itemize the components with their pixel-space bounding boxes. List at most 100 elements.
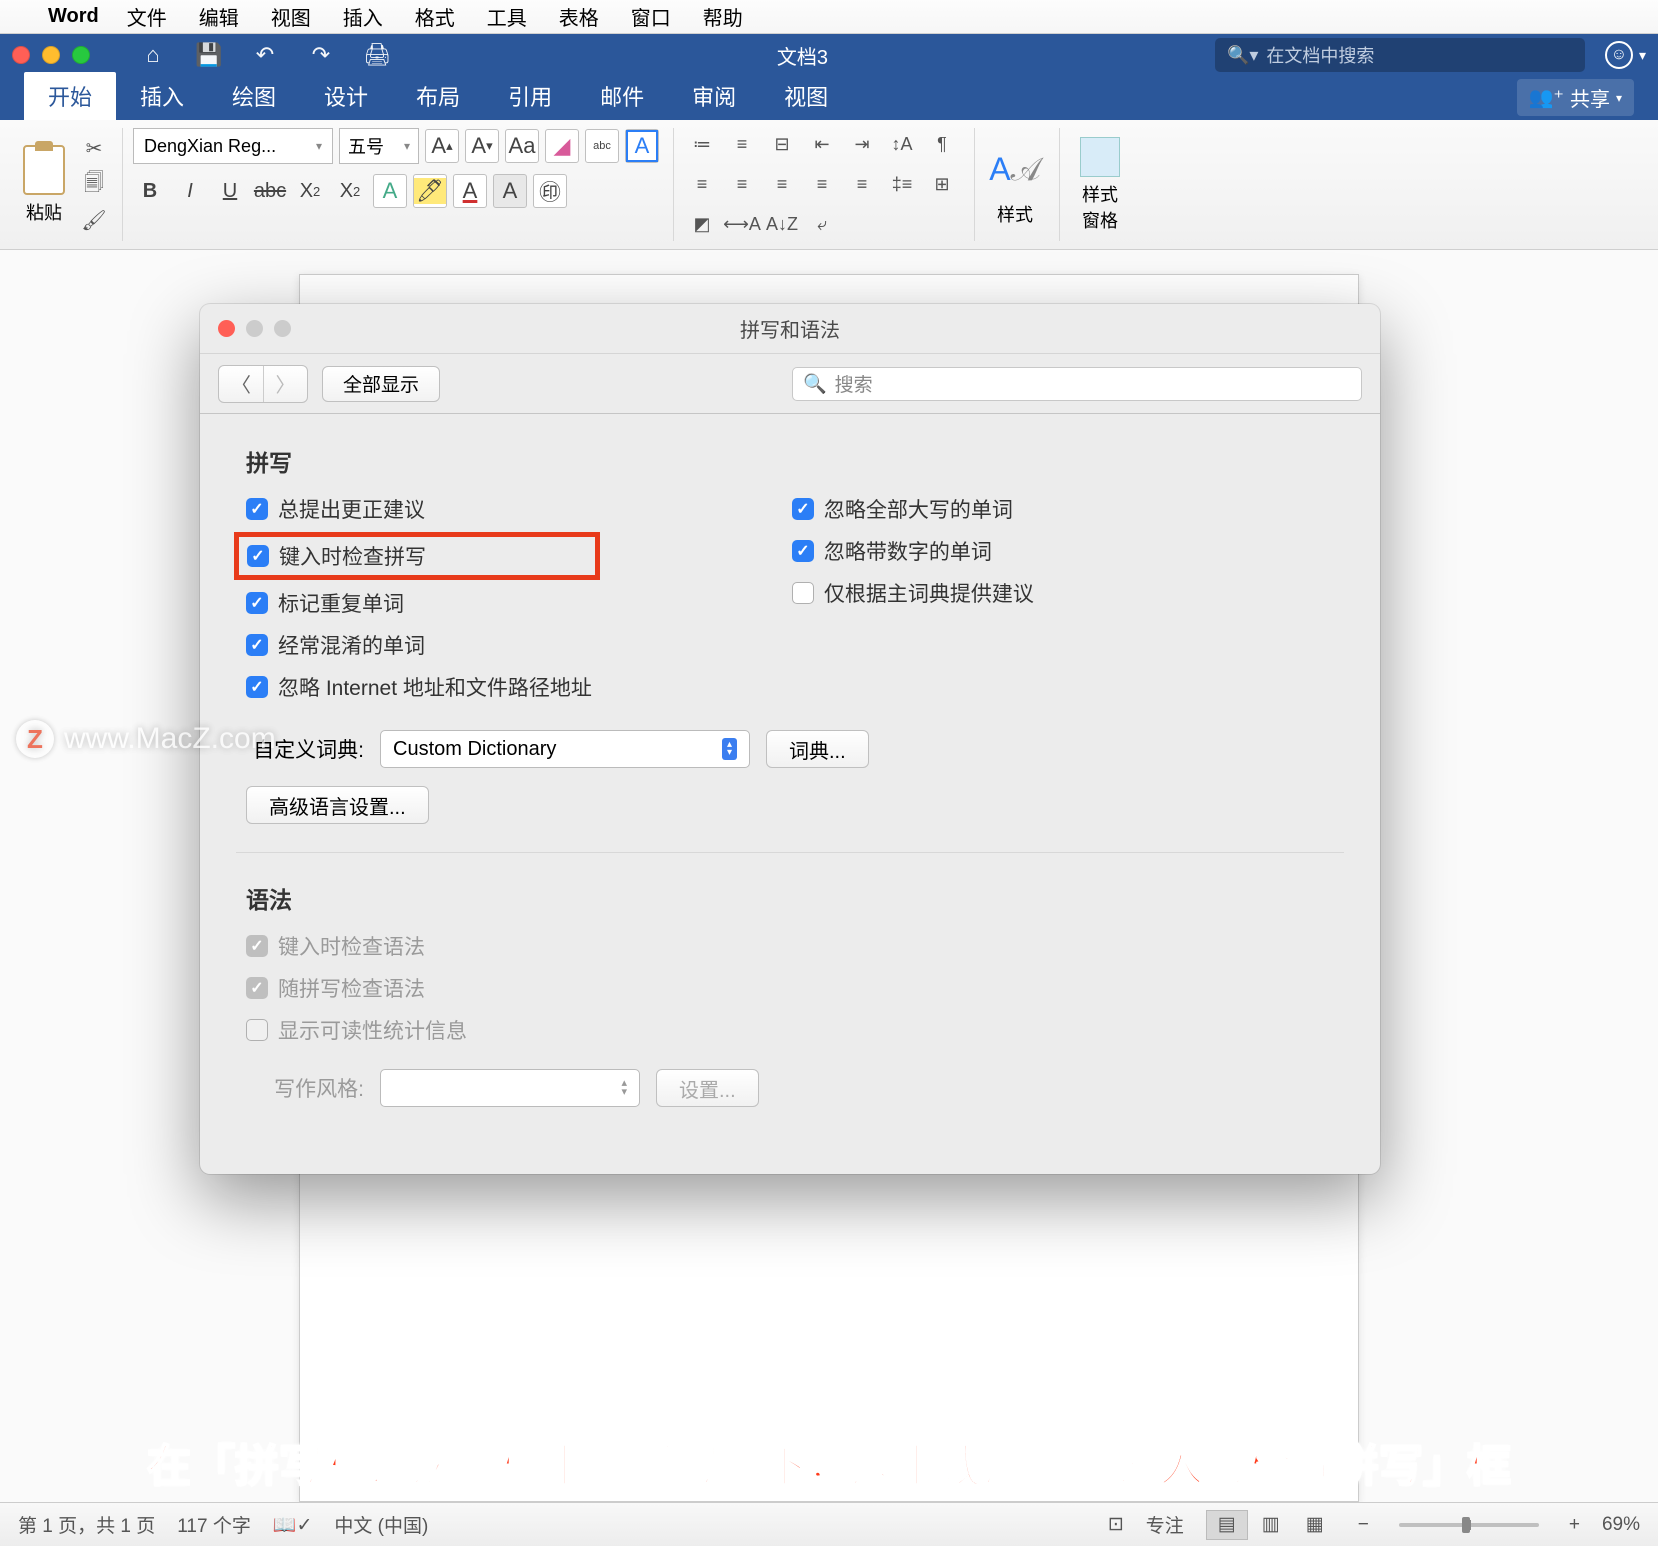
borders-icon[interactable]: ⊞ bbox=[924, 167, 960, 203]
check-confused-words[interactable]: 经常混淆的单词 bbox=[246, 630, 592, 660]
change-case-icon[interactable]: Aa bbox=[505, 129, 539, 163]
bold-button[interactable]: B bbox=[133, 174, 167, 208]
para-shading-icon[interactable]: ◩ bbox=[684, 207, 720, 243]
distributed-icon[interactable]: ≡ bbox=[844, 167, 880, 203]
close-window-button[interactable] bbox=[12, 46, 30, 64]
show-all-button[interactable]: 全部显示 bbox=[322, 366, 440, 402]
word-count[interactable]: 117 个字 bbox=[177, 1511, 251, 1538]
subscript-button[interactable]: X2 bbox=[293, 174, 327, 208]
tab-view[interactable]: 视图 bbox=[760, 72, 852, 120]
check-flag-repeated[interactable]: 标记重复单词 bbox=[246, 588, 592, 618]
shading-icon[interactable]: A bbox=[493, 174, 527, 208]
zoom-out-button[interactable]: − bbox=[1358, 1514, 1369, 1536]
redo-icon[interactable]: ↷ bbox=[308, 42, 334, 68]
character-border-icon[interactable]: A bbox=[625, 129, 659, 163]
dialog-close-button[interactable] bbox=[218, 320, 235, 337]
font-size-select[interactable]: 五号▾ bbox=[339, 128, 419, 164]
clear-format-icon[interactable]: ◢ bbox=[545, 129, 579, 163]
bullets-icon[interactable]: ≔ bbox=[684, 127, 720, 163]
focus-mode-icon[interactable]: ⊡ bbox=[1108, 1513, 1124, 1536]
styles-pane-button[interactable]: 样式 窗格 bbox=[1070, 137, 1130, 233]
menubar-view[interactable]: 视图 bbox=[271, 2, 311, 31]
multilevel-list-icon[interactable]: ⊟ bbox=[764, 127, 800, 163]
menubar-app-name[interactable]: Word bbox=[48, 5, 99, 28]
decrease-indent-icon[interactable]: ⇤ bbox=[804, 127, 840, 163]
zoom-slider[interactable] bbox=[1399, 1523, 1539, 1527]
strikethrough-button[interactable]: abc bbox=[253, 174, 287, 208]
tab-icon[interactable]: ⤶ bbox=[804, 207, 840, 243]
profile-caret-icon[interactable]: ▾ bbox=[1639, 47, 1646, 64]
text-direction-icon[interactable]: ↕A bbox=[884, 127, 920, 163]
styles-button[interactable]: A𝒜 样式 bbox=[985, 143, 1045, 227]
italic-button[interactable]: I bbox=[173, 174, 207, 208]
menubar-insert[interactable]: 插入 bbox=[343, 2, 383, 31]
document-search-box[interactable]: 🔍▾ 在文档中搜索 bbox=[1215, 38, 1585, 72]
text-effects-icon[interactable]: A bbox=[373, 174, 407, 208]
tab-design[interactable]: 设计 bbox=[300, 72, 392, 120]
undo-icon[interactable]: ↶ bbox=[252, 42, 278, 68]
char-scale-icon[interactable]: ⟷A bbox=[724, 207, 760, 243]
spell-check-icon[interactable]: 📖✓ bbox=[273, 1513, 313, 1537]
menubar-tools[interactable]: 工具 bbox=[487, 2, 527, 31]
zoom-value[interactable]: 69% bbox=[1602, 1514, 1640, 1536]
font-name-select[interactable]: DengXian Reg...▾ bbox=[133, 128, 333, 164]
save-icon[interactable]: 💾 bbox=[196, 42, 222, 68]
highlight-icon[interactable]: 🖊 bbox=[413, 174, 447, 208]
underline-button[interactable]: U bbox=[213, 174, 247, 208]
menubar-table[interactable]: 表格 bbox=[559, 2, 599, 31]
show-marks-icon[interactable]: ¶ bbox=[924, 127, 960, 163]
zoom-in-button[interactable]: + bbox=[1569, 1514, 1580, 1536]
increase-indent-icon[interactable]: ⇥ bbox=[844, 127, 880, 163]
cut-icon[interactable]: ✂ bbox=[80, 135, 108, 163]
custom-dict-select[interactable]: Custom Dictionary ▴▾ bbox=[380, 730, 750, 768]
menubar-window[interactable]: 窗口 bbox=[631, 2, 671, 31]
tab-layout[interactable]: 布局 bbox=[392, 72, 484, 120]
numbering-icon[interactable]: ≡ bbox=[724, 127, 760, 163]
menubar-edit[interactable]: 编辑 bbox=[199, 2, 239, 31]
decrease-font-icon[interactable]: A▾ bbox=[465, 129, 499, 163]
tab-references[interactable]: 引用 bbox=[484, 72, 576, 120]
align-left-icon[interactable]: ≡ bbox=[684, 167, 720, 203]
dialog-search-input[interactable]: 🔍 搜索 bbox=[792, 367, 1362, 401]
justify-icon[interactable]: ≡ bbox=[804, 167, 840, 203]
dictionaries-button[interactable]: 词典... bbox=[766, 730, 869, 768]
font-color-icon[interactable]: A bbox=[453, 174, 487, 208]
align-center-icon[interactable]: ≡ bbox=[724, 167, 760, 203]
menubar-format[interactable]: 格式 bbox=[415, 2, 455, 31]
focus-label[interactable]: 专注 bbox=[1146, 1511, 1184, 1538]
superscript-button[interactable]: X2 bbox=[333, 174, 367, 208]
line-spacing-icon[interactable]: ‡≡ bbox=[884, 167, 920, 203]
web-layout-view-icon[interactable]: ▥ bbox=[1250, 1510, 1292, 1540]
menubar-help[interactable]: 帮助 bbox=[703, 2, 743, 31]
tab-home[interactable]: 开始 bbox=[24, 72, 116, 120]
align-right-icon[interactable]: ≡ bbox=[764, 167, 800, 203]
check-main-dict-only[interactable]: 仅根据主词典提供建议 bbox=[792, 578, 1034, 608]
share-button[interactable]: 👥⁺ 共享 ▾ bbox=[1517, 79, 1635, 116]
minimize-window-button[interactable] bbox=[42, 46, 60, 64]
copy-icon[interactable]: 🗐 bbox=[80, 171, 108, 199]
print-layout-view-icon[interactable]: ▤ bbox=[1206, 1510, 1248, 1540]
page-status[interactable]: 第 1 页，共 1 页 bbox=[18, 1511, 155, 1538]
nav-back-button[interactable]: 〈 bbox=[219, 366, 263, 402]
check-spelling-as-type[interactable]: 键入时检查拼写 bbox=[247, 541, 426, 571]
tab-mailings[interactable]: 邮件 bbox=[576, 72, 668, 120]
check-always-suggest[interactable]: 总提出更正建议 bbox=[246, 494, 592, 524]
outline-view-icon[interactable]: ▦ bbox=[1294, 1510, 1336, 1540]
tab-draw[interactable]: 绘图 bbox=[208, 72, 300, 120]
print-icon[interactable]: 🖨 bbox=[364, 42, 390, 68]
language-status[interactable]: 中文 (中国) bbox=[334, 1511, 428, 1538]
enclose-char-icon[interactable]: ㊞ bbox=[533, 174, 567, 208]
tab-review[interactable]: 审阅 bbox=[668, 72, 760, 120]
home-icon[interactable]: ⌂ bbox=[140, 42, 166, 68]
tab-insert[interactable]: 插入 bbox=[116, 72, 208, 120]
paste-button[interactable]: 粘贴 bbox=[14, 145, 74, 225]
check-ignore-internet[interactable]: 忽略 Internet 地址和文件路径地址 bbox=[246, 672, 592, 702]
check-ignore-numbers[interactable]: 忽略带数字的单词 bbox=[792, 536, 1034, 566]
profile-icon[interactable]: ☺ bbox=[1605, 41, 1633, 69]
phonetic-guide-icon[interactable]: abc bbox=[585, 129, 619, 163]
check-ignore-uppercase[interactable]: 忽略全部大写的单词 bbox=[792, 494, 1034, 524]
zoom-window-button[interactable] bbox=[72, 46, 90, 64]
format-painter-icon[interactable]: 🖌 bbox=[80, 207, 108, 235]
nav-forward-button[interactable]: 〉 bbox=[263, 366, 307, 402]
sort-icon[interactable]: A↓Z bbox=[764, 207, 800, 243]
